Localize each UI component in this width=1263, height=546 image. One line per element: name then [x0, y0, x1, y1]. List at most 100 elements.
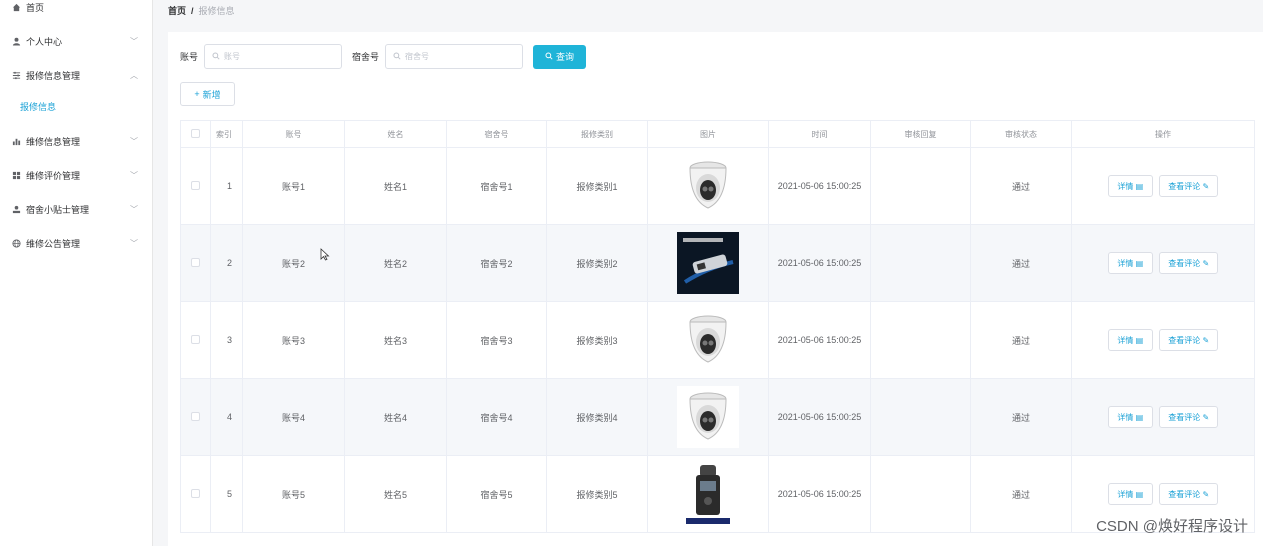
row-checkbox[interactable]: [191, 411, 200, 421]
account-search-input[interactable]: 账号: [204, 44, 343, 69]
select-all-checkbox[interactable]: [191, 128, 200, 138]
chevron-down-icon: ﹀: [130, 170, 138, 180]
edit-icon: ✎: [1202, 412, 1210, 422]
view-comments-button[interactable]: 查看评论 ✎: [1159, 175, 1219, 197]
cell-status: 通过: [970, 147, 1072, 225]
cell-actions: 详情 ▤ 查看评论 ✎: [1071, 147, 1255, 225]
sidebar-item-repair-info-mgmt[interactable]: 报修信息管理 ︿: [0, 58, 152, 92]
cell-time: 2021-05-06 15:00:25: [768, 378, 871, 456]
cell-index: 5: [210, 455, 243, 533]
edit-icon: ✎: [1202, 335, 1210, 345]
detail-label: 详情: [1117, 335, 1134, 345]
cell-reply: [870, 301, 971, 379]
cell-image[interactable]: [647, 224, 769, 302]
cell-time: 2021-05-06 15:00:25: [768, 224, 871, 302]
column-header: 图片: [647, 120, 769, 148]
cell-dorm: 宿舍号5: [446, 455, 547, 533]
globe-icon: [10, 238, 22, 248]
cell-reply: [870, 378, 971, 456]
sidebar-item-maintenance-mgmt[interactable]: 维修信息管理 ﹀: [0, 124, 152, 158]
watermark: CSDN @焕好程序设计: [1096, 518, 1248, 535]
row-select-cell[interactable]: [180, 224, 211, 302]
table-row: 2 账号2 姓名2 宿舍号2 报修类别2 2021-05-06 15:00:25…: [180, 224, 1255, 302]
sidebar-item-notice-mgmt[interactable]: 维修公告管理 ﹀: [0, 226, 152, 260]
view-comments-button[interactable]: 查看评论 ✎: [1159, 406, 1219, 428]
detail-label: 详情: [1117, 489, 1134, 499]
cell-account: 账号4: [242, 378, 345, 456]
column-header: 审核回复: [870, 120, 971, 148]
chevron-down-icon: ﹀: [130, 204, 138, 214]
thumbnail-image[interactable]: [677, 309, 739, 371]
row-select-cell[interactable]: [180, 147, 211, 225]
column-header: 索引: [210, 120, 243, 148]
view-comments-button[interactable]: 查看评论 ✎: [1159, 252, 1219, 274]
sidebar-subitem-repair-info[interactable]: 报修信息: [0, 92, 152, 120]
search-icon: [212, 51, 220, 62]
sidebar-item-label: 维修评价管理: [26, 170, 81, 181]
thumbnail-image[interactable]: [677, 232, 739, 294]
dorm-search-input[interactable]: 宿舍号: [385, 44, 524, 69]
sidebar-item-profile[interactable]: 个人中心 ﹀: [0, 24, 152, 58]
sidebar-item-label: 首页: [26, 2, 45, 13]
cell-dorm: 宿舍号4: [446, 378, 547, 456]
cell-image[interactable]: [647, 147, 769, 225]
row-checkbox[interactable]: [191, 334, 200, 344]
detail-button[interactable]: 详情 ▤: [1107, 175, 1153, 197]
comment-label: 查看评论: [1168, 258, 1201, 268]
select-all-header[interactable]: [180, 120, 211, 148]
row-select-cell[interactable]: [180, 301, 211, 379]
comment-label: 查看评论: [1168, 181, 1201, 191]
cell-dorm: 宿舍号2: [446, 224, 547, 302]
cell-status: 通过: [970, 301, 1072, 379]
plus-icon: +: [194, 89, 200, 99]
mouse-cursor-icon: [320, 248, 330, 261]
cell-image[interactable]: [647, 301, 769, 379]
search-icon: [545, 51, 553, 62]
search-bar: 账号 账号 宿舍号 宿舍号 查询: [180, 44, 587, 69]
breadcrumb: 首页 / 报修信息: [168, 4, 235, 17]
cell-category: 报修类别1: [546, 147, 648, 225]
row-checkbox[interactable]: [191, 180, 200, 190]
dorm-placeholder: 宿舍号: [405, 52, 430, 61]
cell-image[interactable]: [647, 455, 769, 533]
thumbnail-image[interactable]: [677, 386, 739, 448]
search-button[interactable]: 查询: [533, 44, 587, 69]
view-comments-button[interactable]: 查看评论 ✎: [1159, 483, 1219, 505]
detail-button[interactable]: 详情 ▤: [1107, 406, 1153, 428]
breadcrumb-separator: /: [191, 6, 194, 16]
cell-time: 2021-05-06 15:00:25: [768, 455, 871, 533]
sidebar-item-evaluation-mgmt[interactable]: 维修评价管理 ﹀: [0, 158, 152, 192]
view-comments-button[interactable]: 查看评论 ✎: [1159, 329, 1219, 351]
row-select-cell[interactable]: [180, 455, 211, 533]
add-button[interactable]: + 新增: [180, 82, 235, 106]
cell-category: 报修类别5: [546, 455, 648, 533]
column-header: 报修类别: [546, 120, 648, 148]
sliders-icon: [10, 71, 22, 80]
cell-image[interactable]: [647, 378, 769, 456]
cell-status: 通过: [970, 224, 1072, 302]
cell-category: 报修类别2: [546, 224, 648, 302]
thumbnail-image[interactable]: [677, 155, 739, 217]
detail-button[interactable]: 详情 ▤: [1107, 483, 1153, 505]
row-checkbox[interactable]: [191, 488, 200, 498]
row-checkbox[interactable]: [191, 257, 200, 267]
repair-info-table: 索引 账号 姓名 宿舍号 报修类别 图片 时间 审核回复 审核状态 操作 1 账…: [180, 120, 1255, 533]
cell-reply: [870, 455, 971, 533]
cell-actions: 详情 ▤ 查看评论 ✎: [1071, 301, 1255, 379]
column-header: 宿舍号: [446, 120, 547, 148]
breadcrumb-home[interactable]: 首页: [168, 6, 186, 16]
dorm-label: 宿舍号: [352, 52, 380, 62]
edit-icon: ✎: [1202, 258, 1210, 268]
detail-button[interactable]: 详情 ▤: [1107, 252, 1153, 274]
thumbnail-image[interactable]: [677, 463, 739, 525]
cell-category: 报修类别4: [546, 378, 648, 456]
sidebar-item-home[interactable]: 首页: [0, 0, 152, 14]
row-select-cell[interactable]: [180, 378, 211, 456]
detail-button[interactable]: 详情 ▤: [1107, 329, 1153, 351]
column-header: 时间: [768, 120, 871, 148]
grid-icon: [10, 171, 22, 180]
chevron-down-icon: ﹀: [130, 238, 138, 248]
sidebar-item-dorm-tips-mgmt[interactable]: 宿舍小贴士管理 ﹀: [0, 192, 152, 226]
cell-name: 姓名1: [344, 147, 447, 225]
document-icon: ▤: [1135, 335, 1144, 345]
